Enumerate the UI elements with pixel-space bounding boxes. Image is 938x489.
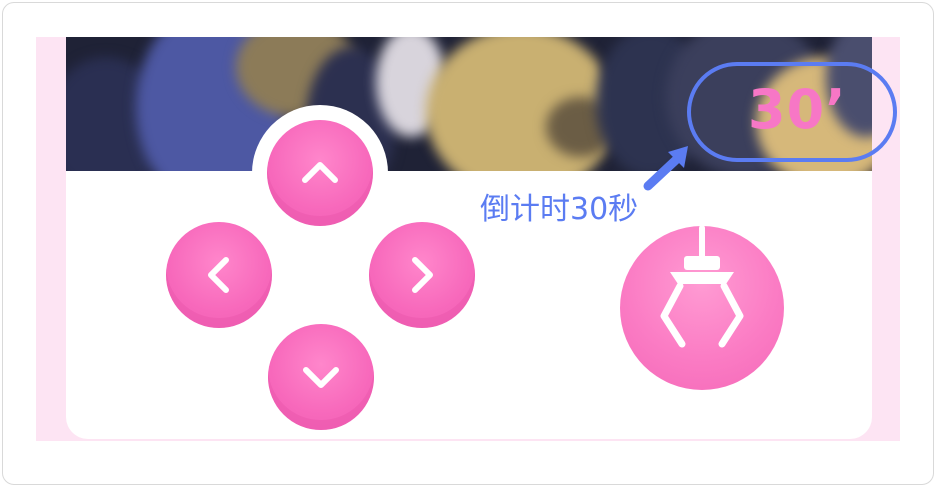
chevron-left-icon: [208, 257, 229, 293]
move-down-button[interactable]: [268, 324, 374, 430]
callout-arrow-icon: [643, 146, 688, 191]
move-up-button[interactable]: [267, 120, 373, 226]
chevron-up-icon: [302, 162, 338, 183]
countdown-caption: 倒计时30秒: [480, 192, 639, 227]
claw-icon: [660, 226, 744, 348]
chevron-right-icon: [412, 257, 433, 293]
countdown-value: 30’: [748, 78, 847, 141]
move-right-button[interactable]: [369, 222, 475, 328]
chevron-down-icon: [303, 367, 339, 388]
grab-button[interactable]: [620, 226, 784, 390]
move-left-button[interactable]: [166, 222, 272, 328]
